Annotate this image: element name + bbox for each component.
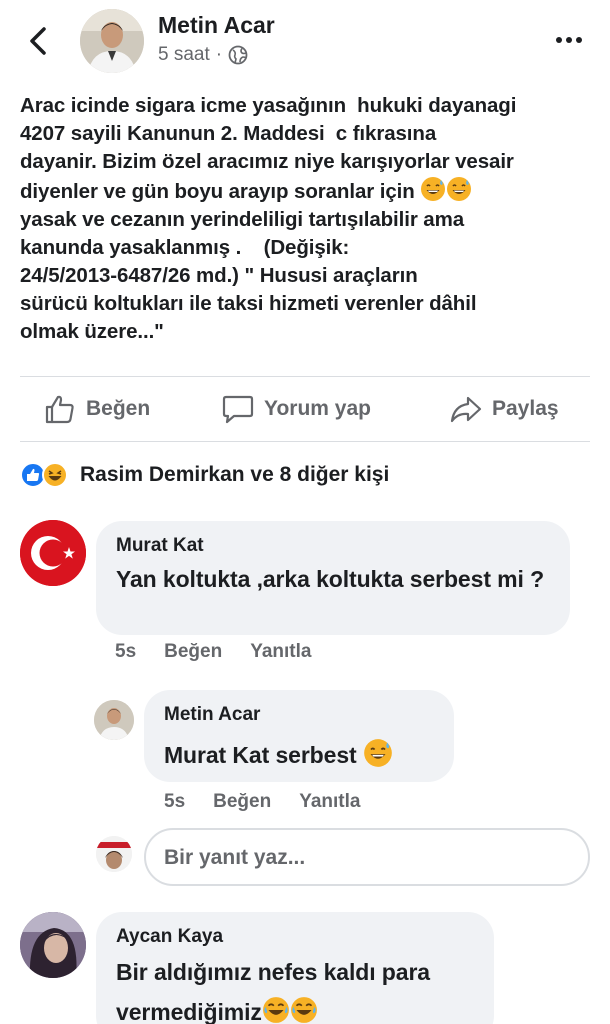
comment-author[interactable]: Murat Kat — [116, 535, 204, 557]
post-time[interactable]: 5 saat — [158, 44, 210, 66]
post-text-part2: yasak ve cezanın yerindeliligi tartışıla… — [20, 208, 477, 343]
reactions-text: Rasim Demirkan ve 8 diğer kişi — [80, 463, 390, 486]
comment-text: Bir aldığımız nefes kaldı para vermediği… — [116, 952, 486, 1024]
like-button[interactable]: Beğen — [44, 394, 150, 424]
reply-reply-button[interactable]: Yanıtla — [299, 791, 360, 813]
more-options-button[interactable] — [554, 30, 584, 50]
reply-avatar[interactable] — [94, 700, 134, 740]
comment-bubble[interactable]: Aycan Kaya Bir aldığımız nefes kaldı par… — [96, 912, 494, 1024]
comment-icon — [222, 395, 254, 424]
reactions-summary[interactable]: Rasim Demirkan ve 8 diğer kişi — [20, 460, 389, 490]
reply-text-content: Murat Kat serbest — [164, 742, 357, 768]
post-actions: Beğen Yorum yap Paylaş — [0, 380, 610, 440]
commenter-avatar[interactable] — [20, 912, 86, 978]
haha-reaction-icon — [42, 462, 68, 488]
reply-author[interactable]: Metin Acar — [164, 704, 260, 726]
post-header: Metin Acar 5 saat · — [0, 0, 610, 86]
comment-author[interactable]: Aycan Kaya — [116, 926, 223, 948]
meta-separator: · — [215, 44, 223, 65]
globe-icon — [228, 45, 248, 65]
comment-text: Yan koltukta ,arka koltukta serbest mi ? — [116, 566, 545, 592]
author-avatar[interactable] — [80, 9, 144, 73]
comment-bubble[interactable]: Murat Kat Yan koltukta ,arka koltukta se… — [96, 521, 570, 635]
comment-meta: 5s Beğen Yanıtla — [115, 641, 311, 663]
chevron-left-icon — [30, 27, 46, 55]
grinning-sweat-emoji-icon — [447, 177, 472, 201]
grinning-sweat-emoji-icon — [421, 177, 446, 201]
reply-placeholder: Bir yanıt yaz... — [164, 846, 306, 869]
joy-emoji-icon — [290, 997, 317, 1023]
reply-like-button[interactable]: Beğen — [213, 791, 271, 813]
thumbs-up-icon — [45, 395, 74, 424]
share-button[interactable]: Paylaş — [450, 394, 559, 424]
post-body: Arac icinde sigara icme yasağının hukuki… — [20, 92, 592, 346]
joy-emoji-icon — [262, 997, 289, 1023]
like-label: Beğen — [86, 397, 151, 420]
more-horizontal-icon — [556, 37, 582, 43]
grinning-sweat-emoji-icon — [364, 739, 392, 767]
reply-input[interactable]: Bir yanıt yaz... — [144, 828, 590, 886]
comment-button[interactable]: Yorum yap — [222, 394, 371, 424]
reply-text: Murat Kat serbest — [164, 738, 454, 771]
post-meta: 5 saat · — [158, 44, 248, 66]
reply-meta: 5s Beğen Yanıtla — [164, 791, 360, 813]
share-icon — [450, 396, 482, 423]
back-button[interactable] — [24, 24, 54, 58]
share-label: Paylaş — [492, 397, 559, 420]
comment-like-button[interactable]: Beğen — [164, 641, 222, 663]
author-name[interactable]: Metin Acar — [158, 12, 275, 39]
comment-time[interactable]: 5s — [115, 641, 136, 663]
divider — [20, 441, 590, 442]
comment-reply-button[interactable]: Yanıtla — [250, 641, 311, 663]
divider — [20, 376, 590, 377]
comment-label: Yorum yap — [264, 397, 371, 420]
reply-time[interactable]: 5s — [164, 791, 185, 813]
current-user-avatar — [96, 836, 132, 872]
reply-bubble[interactable]: Metin Acar Murat Kat serbest — [144, 690, 454, 782]
commenter-avatar[interactable] — [20, 520, 86, 586]
reaction-icons — [20, 461, 76, 489]
